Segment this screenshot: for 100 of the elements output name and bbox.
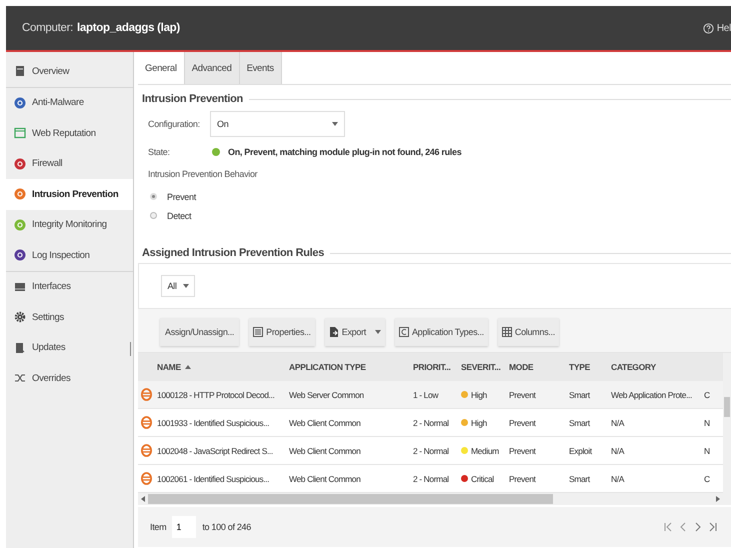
next-page-icon[interactable]: [694, 522, 702, 532]
help-link[interactable]: Hel: [716, 22, 731, 34]
sidebar-item[interactable]: Settings: [6, 302, 133, 332]
sidebar-item[interactable]: Firewall: [6, 148, 133, 179]
scroll-right-icon[interactable]: [716, 496, 720, 502]
toolbar-button[interactable]: Assign/Unassign...: [160, 318, 240, 346]
table-cell-text: 2 - Normal: [412, 474, 450, 484]
sidebar-item[interactable]: Updates: [6, 332, 133, 363]
sidebar-item[interactable]: Web Reputation: [6, 118, 133, 148]
web-reputation-icon: [14, 127, 26, 140]
sidebar-item[interactable]: Anti-Malware: [6, 88, 133, 118]
sidebar-item[interactable]: Integrity Monitoring: [6, 210, 133, 240]
table-cell: Medium: [471, 446, 499, 456]
column-header[interactable]: MODE: [506, 362, 566, 372]
table-cell-text: Prevent: [508, 474, 537, 484]
column-header[interactable]: CATEGORY: [608, 362, 704, 372]
tab[interactable]: Advanced: [184, 52, 240, 84]
table-cell-text: N/A: [610, 418, 626, 428]
radio-label: Prevent: [167, 192, 196, 202]
field-label: Configuration:: [148, 119, 201, 129]
filter-dropdown[interactable]: All: [161, 275, 195, 297]
table-cell-text: 2 - Normal: [412, 418, 450, 428]
table-cell-text: Web Client Common: [288, 474, 362, 484]
table-cell-text: Web Client Common: [288, 446, 362, 456]
behavior-label: Intrusion Prevention Behavior: [148, 169, 258, 179]
table-cell-text: Prevent: [508, 418, 537, 428]
resize-handle[interactable]: [130, 342, 131, 356]
table-cell-text: N: [704, 418, 711, 428]
table-cell-text: Web Application Prote...: [610, 390, 693, 400]
table-cell-text: C: [704, 390, 711, 400]
interfaces-icon: [14, 280, 26, 293]
table-cell-text: Exploit: [568, 446, 593, 456]
first-page-icon[interactable]: [664, 522, 672, 532]
last-page-icon[interactable]: [709, 522, 717, 532]
pager-range: to 100 of 246: [202, 522, 251, 532]
horizontal-scrollbar[interactable]: [138, 493, 723, 505]
table-cell-text: Prevent: [508, 446, 537, 456]
column-header[interactable]: PRIORIT...: [410, 362, 458, 372]
scroll-left-icon[interactable]: [141, 496, 145, 502]
vertical-scrollbar[interactable]: [723, 353, 731, 505]
table-cell: Critical: [471, 474, 494, 484]
overrides-icon: [14, 372, 26, 384]
settings-icon: [14, 311, 26, 324]
updates-icon: [14, 342, 26, 354]
toolbar-button[interactable]: Columns...: [498, 318, 559, 346]
tab[interactable]: Events: [240, 52, 282, 84]
configuration-dropdown[interactable]: On: [210, 111, 345, 137]
table-cell-text: Smart: [568, 418, 591, 428]
pager-label: Item: [150, 522, 166, 532]
table-cell-text: N/A: [610, 446, 626, 456]
table-cell-text: Web Server Common: [288, 390, 365, 400]
help-icon[interactable]: [702, 22, 714, 34]
column-header[interactable]: SEVERIT...: [458, 362, 506, 372]
table-cell-text: 1002048 - JavaScript Redirect S...: [156, 446, 274, 456]
table-cell-text: C: [704, 474, 711, 484]
radio-button[interactable]: [150, 212, 157, 219]
overview-icon: [14, 65, 26, 78]
previous-page-icon[interactable]: [679, 522, 687, 532]
caret-icon: [182, 284, 189, 288]
toolbar-button[interactable]: Export: [324, 318, 385, 346]
table-cell-text: 1 - Low: [412, 390, 440, 400]
table-cell-text: N/A: [610, 474, 626, 484]
radio-button[interactable]: [150, 193, 157, 200]
log-icon: [14, 249, 26, 262]
table-cell-text: 1000128 - HTTP Protocol Decod...: [156, 390, 276, 400]
sidebar-item[interactable]: Log Inspection: [6, 240, 133, 270]
toolbar-button[interactable]: Properties...: [249, 318, 315, 346]
anti-malware-icon: [14, 96, 26, 109]
toolbar-button[interactable]: Application Types...: [394, 318, 488, 346]
sidebar-item[interactable]: Intrusion Prevention: [6, 179, 133, 210]
column-header[interactable]: APPLICATION TYPE: [286, 362, 410, 372]
table-cell: High: [471, 418, 487, 428]
firewall-icon: [14, 158, 26, 170]
state-text: On, Prevent, matching module plug-in not found, 246 rules: [228, 147, 462, 157]
table-cell-text: N: [704, 446, 711, 456]
table-cell-text: Web Client Common: [288, 418, 362, 428]
caret-icon: [374, 330, 381, 334]
section-title: Assigned Intrusion Prevention Rules: [142, 247, 324, 259]
caret-icon: [332, 122, 338, 126]
table-cell-text: Prevent: [508, 390, 537, 400]
column-header[interactable]: TYPE: [566, 362, 608, 372]
table-cell-text: Smart: [568, 474, 591, 484]
window-title-label: Computer:: [22, 22, 73, 34]
sidebar-item[interactable]: Interfaces: [6, 272, 133, 302]
table-cell-text: 1001933 - Identified Suspicious...: [156, 418, 270, 428]
radio-label: Detect: [167, 210, 192, 220]
export-icon: [328, 327, 339, 337]
table-cell: High: [471, 390, 487, 400]
application-icon: [398, 327, 409, 337]
table-cell-text: Smart: [568, 390, 591, 400]
sidebar-item[interactable]: Overview: [6, 56, 133, 86]
column-header[interactable]: NAME: [154, 362, 286, 372]
table-cell-text: 2 - Normal: [412, 446, 450, 456]
intrusion-icon: [14, 188, 26, 200]
list-icon: [253, 327, 264, 337]
page-field[interactable]: 1: [172, 516, 196, 538]
sidebar-item[interactable]: Overrides: [6, 363, 133, 394]
section-title: Intrusion Prevention: [142, 93, 243, 105]
computer-name: laptop_adaggs (lap): [77, 22, 180, 34]
field-label: State:: [148, 147, 171, 157]
